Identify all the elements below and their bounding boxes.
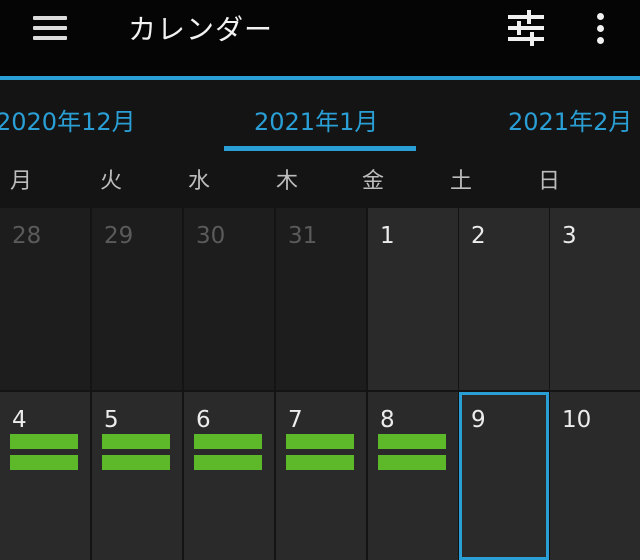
sliders-icon[interactable] — [502, 6, 550, 50]
day-cell[interactable]: 8 — [368, 392, 458, 560]
day-number: 8 — [380, 407, 395, 433]
page-title: カレンダー — [128, 13, 274, 46]
day-cell[interactable]: 2 — [459, 208, 549, 390]
event-bar[interactable] — [10, 455, 78, 470]
weekday-sun: 日 — [538, 169, 561, 194]
event-bar[interactable] — [10, 434, 78, 449]
day-cell[interactable]: 10 — [550, 392, 640, 560]
day-number: 10 — [562, 407, 592, 433]
more-vert-icon[interactable] — [580, 8, 620, 48]
day-number: 4 — [12, 407, 27, 433]
weekday-tue: 火 — [100, 169, 123, 194]
event-bar[interactable] — [194, 455, 262, 470]
event-bar[interactable] — [378, 434, 446, 449]
day-cell-today[interactable]: 9 — [459, 392, 549, 560]
day-cell[interactable]: 3 — [550, 208, 640, 390]
day-cell[interactable]: 28 — [0, 208, 90, 390]
day-cell[interactable]: 29 — [92, 208, 182, 390]
weekday-sat: 土 — [450, 169, 473, 194]
event-bar[interactable] — [194, 434, 262, 449]
day-number: 28 — [12, 223, 42, 249]
weekday-wed: 水 — [188, 169, 211, 194]
day-cell[interactable]: 4 — [0, 392, 90, 560]
day-number: 7 — [288, 407, 303, 433]
tab-next-month[interactable]: 2021年2月 — [508, 106, 632, 138]
day-number: 29 — [104, 223, 134, 249]
event-bar[interactable] — [102, 455, 170, 470]
month-grid: 28 29 30 31 1 2 3 4 5 6 7 8 9 10 — [0, 206, 640, 560]
day-cell[interactable]: 1 — [368, 208, 458, 390]
app-bar: カレンダー — [0, 0, 640, 78]
event-bar[interactable] — [286, 434, 354, 449]
event-bar[interactable] — [102, 434, 170, 449]
month-tabs: 2020年12月 2021年1月 2021年2月 — [0, 80, 640, 156]
day-number: 2 — [471, 223, 486, 249]
day-cell[interactable]: 31 — [276, 208, 366, 390]
day-cell[interactable]: 5 — [92, 392, 182, 560]
tab-current-month[interactable]: 2021年1月 — [254, 106, 378, 138]
event-bar[interactable] — [286, 455, 354, 470]
weekday-fri: 金 — [362, 169, 385, 194]
day-number: 3 — [562, 223, 577, 249]
day-number: 1 — [380, 223, 395, 249]
day-cell[interactable]: 7 — [276, 392, 366, 560]
weekday-thu: 木 — [276, 169, 299, 194]
weekday-mon: 月 — [10, 169, 33, 194]
tab-indicator — [224, 146, 416, 151]
tab-prev-month[interactable]: 2020年12月 — [0, 106, 136, 138]
weekday-header: 月 火 水 木 金 土 日 — [0, 162, 640, 202]
hamburger-menu-icon[interactable] — [24, 8, 76, 48]
day-cell[interactable]: 6 — [184, 392, 274, 560]
event-bar[interactable] — [378, 455, 446, 470]
day-number: 30 — [196, 223, 226, 249]
day-number: 31 — [288, 223, 318, 249]
day-number: 5 — [104, 407, 119, 433]
day-number: 9 — [471, 407, 486, 433]
day-cell[interactable]: 30 — [184, 208, 274, 390]
day-number: 6 — [196, 407, 211, 433]
